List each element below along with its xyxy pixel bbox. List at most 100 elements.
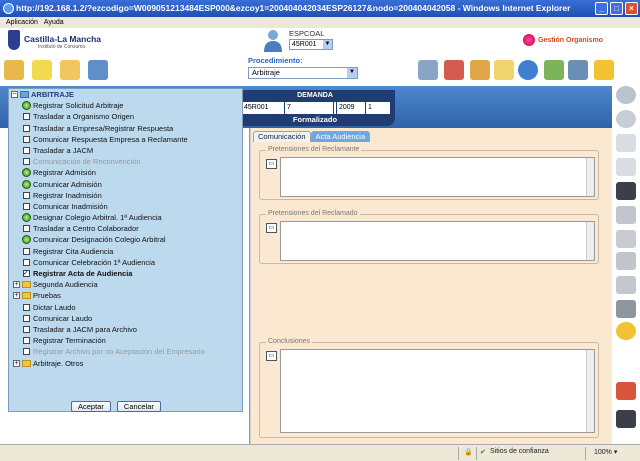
checkbox[interactable] (23, 135, 30, 143)
go-icon[interactable] (22, 101, 31, 111)
tree-item: Registrar Archivo por no Aceptación del … (11, 346, 241, 357)
menu-item-ayuda[interactable]: Ayuda (44, 17, 64, 28)
cut-icon[interactable] (616, 206, 636, 224)
chart-icon[interactable] (544, 60, 564, 80)
menu-item-aplicacion[interactable]: Aplicación (6, 17, 38, 28)
books-icon[interactable] (444, 60, 464, 80)
scrollbar[interactable] (586, 350, 594, 432)
tab-acta-audiencia[interactable]: Acta Audiencia (310, 131, 371, 142)
cancel-button[interactable]: Cancelar (116, 401, 161, 412)
reclamante-textarea[interactable] (280, 157, 595, 197)
box-icon[interactable] (470, 60, 490, 80)
tree-item[interactable]: Trasladar a Empresa/Registrar Respuesta (11, 123, 241, 134)
computer-icon[interactable] (88, 60, 108, 80)
tree-item[interactable]: Registrar Inadmisión (11, 190, 241, 201)
office-select[interactable]: 45R001 ▼ (289, 39, 333, 50)
checkbox[interactable] (23, 314, 30, 322)
close-button[interactable]: × (625, 2, 638, 15)
checkbox[interactable] (23, 325, 30, 333)
documents-icon[interactable] (616, 158, 636, 176)
expand-icon[interactable]: + (13, 281, 20, 289)
accept-button[interactable]: Aceptar (71, 401, 111, 412)
tree-item[interactable]: + Pruebas (11, 290, 241, 301)
exit-icon[interactable] (616, 410, 636, 428)
checkbox[interactable] (23, 191, 30, 199)
tree-item-label: Segunda Audiencia (33, 280, 98, 290)
tree-item[interactable]: Comunicar Designación Colegio Arbitral (11, 234, 241, 245)
go-icon[interactable] (22, 235, 31, 245)
checkbox[interactable] (23, 124, 30, 132)
checkbox[interactable] (23, 337, 30, 345)
scrollbar[interactable] (586, 158, 594, 196)
edit-icon[interactable]: ▭ (266, 159, 277, 169)
paste-icon[interactable] (616, 252, 636, 270)
checkbox[interactable] (23, 268, 30, 279)
go-icon[interactable] (22, 179, 31, 189)
tree-item[interactable]: Trasladar a Centro Colaborador (11, 223, 241, 234)
save-icon[interactable] (616, 182, 636, 200)
minimize-button[interactable]: _ (595, 2, 608, 15)
tree-item[interactable]: Trasladar a Organismo Origen (11, 111, 241, 122)
edit-icon[interactable]: ▭ (266, 223, 277, 233)
tools-icon[interactable] (616, 382, 636, 400)
expand-icon[interactable]: + (13, 359, 20, 367)
edit-icon[interactable]: ▭ (266, 351, 277, 361)
copy-icon[interactable] (616, 230, 636, 248)
go-icon[interactable] (22, 213, 31, 223)
tree-item[interactable]: Registrar Solicitud Arbitraje (11, 100, 241, 111)
tree-item-label: Arbitraje. Otros (33, 358, 84, 368)
document-icon[interactable] (616, 134, 636, 152)
chevron-down-icon: ▼ (323, 40, 332, 49)
back-icon[interactable] (616, 110, 636, 128)
checkbox[interactable] (23, 113, 30, 121)
globe-icon[interactable] (518, 60, 538, 80)
tree-item[interactable]: Registrar Admisión (11, 167, 241, 178)
tree-item[interactable]: Registrar Acta de Audiencia (11, 268, 241, 279)
tree-item[interactable]: Designar Colegio Arbitral. 1ª Audiencia (11, 212, 241, 223)
gestion-organismo-link[interactable]: Gestión Organismo (523, 34, 603, 46)
envelope-icon[interactable] (494, 60, 514, 80)
conclusiones-textarea[interactable] (280, 349, 595, 433)
print-icon[interactable] (616, 300, 636, 318)
tree-item[interactable]: + Arbitraje. Otros (11, 358, 241, 369)
people-icon[interactable] (32, 60, 52, 80)
go-icon[interactable] (22, 168, 31, 178)
tree-item[interactable]: Comunicar Admisión (11, 179, 241, 190)
checkbox[interactable] (23, 146, 30, 154)
tree-item[interactable]: Comunicar Respuesta Empresa a Reclamante (11, 134, 241, 145)
folder-icon[interactable] (60, 60, 80, 80)
checkbox[interactable] (23, 303, 30, 311)
settings-icon[interactable] (616, 322, 636, 340)
tree-item-label: Registrar Solicitud Arbitraje (33, 101, 124, 111)
attach-icon[interactable] (616, 276, 636, 294)
tools-icon[interactable] (4, 60, 24, 80)
collapse-icon[interactable]: − (11, 91, 18, 98)
procedimiento-select[interactable]: Arbitraje ▼ (248, 67, 358, 79)
expand-icon[interactable]: + (13, 292, 20, 300)
checkbox[interactable] (23, 202, 30, 210)
tree-item[interactable]: Registrar Terminación (11, 335, 241, 346)
reclamado-textarea[interactable] (280, 221, 595, 261)
tree-item[interactable]: Comunicar Laudo (11, 313, 241, 324)
laptop-icon[interactable] (418, 60, 438, 80)
tree-root[interactable]: − ARBITRAJE (11, 89, 241, 100)
tree-item-label: Registrar Cita Audiencia (33, 246, 114, 256)
scrollbar[interactable] (586, 222, 594, 260)
tree-item[interactable]: Dictar Laudo (11, 302, 241, 313)
search-icon[interactable] (616, 86, 636, 104)
tree-item[interactable]: Comunicar Inadmisión (11, 201, 241, 212)
checkbox[interactable] (23, 258, 30, 266)
toolbar: Procedimiento: Arbitraje ▼ (0, 54, 640, 86)
tree-item[interactable]: Trasladar a JACM (11, 145, 241, 156)
maximize-button[interactable]: □ (610, 2, 623, 15)
checkbox[interactable] (23, 247, 30, 255)
tab-comunicacion[interactable]: Comunicación (253, 131, 311, 142)
zoom-control[interactable]: 100% ▾ (594, 448, 617, 456)
network-icon[interactable] (568, 60, 588, 80)
tree-item[interactable]: Comunicar Celebración 1ª Audiencia (11, 257, 241, 268)
tree-item[interactable]: + Segunda Audiencia (11, 279, 241, 290)
tree-item[interactable]: Registrar Cita Audiencia (11, 246, 241, 257)
tree-item[interactable]: Trasladar a JACM para Archivo (11, 324, 241, 335)
gears-icon[interactable] (594, 60, 614, 80)
checkbox[interactable] (23, 225, 30, 233)
